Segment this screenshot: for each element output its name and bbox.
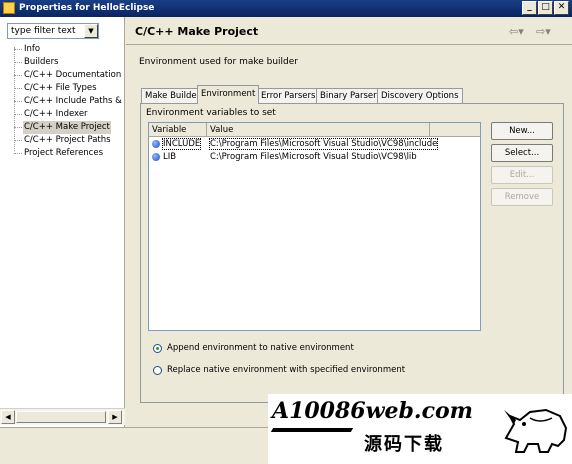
arrow-left-icon[interactable]: ⇦▾ [509,25,524,38]
title-bar: Properties for HelloEclipse _ □ ✕ [0,0,572,17]
tab-binary-parser[interactable]: Binary Parser [316,88,381,103]
variable-name: INCLUDE [161,138,202,150]
tab-environment[interactable]: Environment [197,85,260,104]
watermark: A10086web.com 源码下载 [268,394,572,464]
tree-item-label: C/C++ Make Project [23,121,111,134]
tree-item-file-types[interactable]: C/C++ File Types [14,82,122,95]
tab-error-parsers[interactable]: Error Parsers [257,88,320,103]
scroll-right-icon[interactable]: ▶ [108,410,122,424]
table-row[interactable]: LIB C:\Program Files\Microsoft Visual St… [149,151,480,164]
tree-item-label: Info [24,44,41,54]
watermark-subtitle: 源码下载 [364,434,444,455]
tree-branch [14,62,22,63]
app-icon [3,2,15,14]
radio-indicator [153,344,162,353]
environment-table[interactable]: Variable Value INCLUDE C:\Program Files\… [148,122,481,331]
new-button[interactable]: New... [491,122,553,140]
variable-value: C:\Program Files\Microsoft Visual Studio… [208,138,439,150]
environment-variables-label: Environment variables to set [146,108,276,118]
tree-item-builders[interactable]: Builders [14,56,122,69]
filter-dropdown-button[interactable]: ▼ [84,24,98,38]
tree-item-label: C/C++ Indexer [24,109,88,119]
column-header-value[interactable]: Value [207,123,430,137]
page-description: Environment used for make builder [139,57,299,67]
tree-item-label: C/C++ Project Paths [24,135,111,145]
watermark-logo: A10086web.com [272,398,473,424]
tree-item-label: Project References [24,148,104,158]
tree-branch [14,75,22,76]
page-header: C/C++ Make Project ⇦▾ ⇨▾ [126,17,572,45]
tree-item-make-project[interactable]: C/C++ Make Project [14,121,122,134]
radio-indicator [153,366,162,375]
tree-item-project-paths[interactable]: C/C++ Project Paths [14,134,122,147]
tree-item-info[interactable]: Info [14,43,122,56]
table-row[interactable]: INCLUDE C:\Program Files\Microsoft Visua… [149,138,480,151]
variable-icon [152,153,160,161]
tree-branch [14,49,22,50]
tab-discovery-options[interactable]: Discovery Options [377,88,463,103]
environment-tab-content: Environment variables to set Variable Va… [140,103,564,403]
properties-window: Properties for HelloEclipse _ □ ✕ type f… [0,0,572,464]
page-title: C/C++ Make Project [135,25,259,38]
tree-item-project-references[interactable]: Project References [14,147,122,160]
tab-make-builder[interactable]: Make Builder [141,88,205,103]
property-page: C/C++ Make Project ⇦▾ ⇨▾ Environment use… [126,17,572,427]
tree-branch [14,114,22,115]
tree-item-label: C/C++ Documentation [24,70,122,80]
radio-label: Replace native environment with specifie… [167,365,406,375]
horizontal-scrollbar[interactable]: ◀ ▶ [0,408,125,425]
watermark-bar [270,428,354,432]
tree-item-documentation[interactable]: C/C++ Documentation [14,69,122,82]
tree-item-label: C/C++ Include Paths & S [24,96,122,106]
tree-item-label: Builders [24,57,59,67]
bottom-bar [0,427,268,464]
tree-item-indexer[interactable]: C/C++ Indexer [14,108,122,121]
variable-value: C:\Program Files\Microsoft Visual Studio… [210,152,417,162]
tree-branch [14,140,22,141]
edit-button[interactable]: Edit... [491,166,553,184]
select-button[interactable]: Select... [491,144,553,162]
tree-branch [14,88,22,89]
tree-item-label: C/C++ File Types [24,83,97,93]
minimize-button[interactable]: _ [522,1,537,15]
rhino-icon [504,408,568,453]
preference-tree-panel: type filter text ▼ Info Builders C/C++ D… [0,17,125,427]
scroll-left-icon[interactable]: ◀ [1,410,15,424]
scroll-thumb[interactable] [16,411,106,423]
column-header-filler [430,123,480,137]
variable-icon [152,140,160,148]
window-title: Properties for HelloEclipse [19,3,155,13]
maximize-button[interactable]: □ [538,1,553,15]
variable-name: LIB [163,152,177,162]
column-header-variable[interactable]: Variable [149,123,207,137]
tree-branch [14,127,22,128]
arrow-right-icon[interactable]: ⇨▾ [536,25,551,38]
tree-branch [14,101,22,102]
close-button[interactable]: ✕ [554,1,569,15]
remove-button[interactable]: Remove [491,188,553,206]
radio-label: Append environment to native environment [167,343,354,353]
tree-branch [14,153,22,154]
tree-item-include-paths[interactable]: C/C++ Include Paths & S [14,95,122,108]
